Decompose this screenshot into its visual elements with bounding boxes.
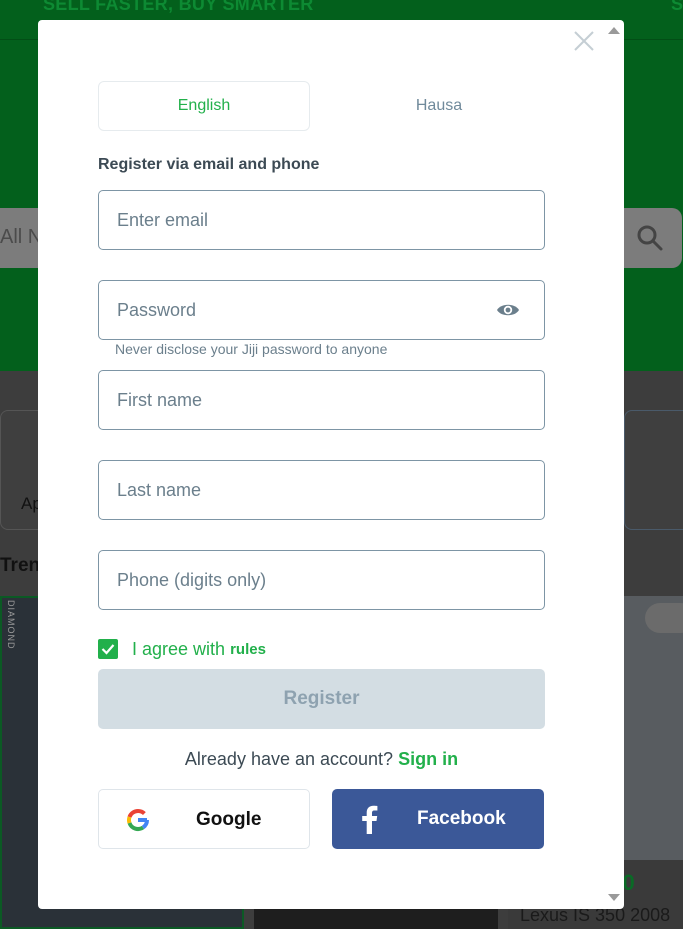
phone-field[interactable] (117, 551, 477, 609)
register-button[interactable]: Register (98, 669, 545, 729)
scrollbar-down-arrow[interactable] (608, 894, 620, 901)
signin-row: Already have an account? Sign in (98, 749, 545, 770)
phone-field-box (98, 550, 545, 610)
first-name-field[interactable] (117, 371, 477, 429)
signin-link[interactable]: Sign in (398, 749, 458, 769)
signin-prompt: Already have an account? (184, 749, 394, 769)
facebook-label: Facebook (417, 808, 506, 829)
last-name-field[interactable] (117, 461, 477, 519)
facebook-icon (362, 805, 378, 834)
agree-label: I agree with (132, 638, 226, 659)
agree-checkbox[interactable] (98, 639, 118, 659)
check-icon (101, 644, 115, 655)
listing-badge (645, 603, 683, 633)
search-icon (637, 225, 663, 251)
first-name-field-box (98, 370, 545, 430)
password-field[interactable] (117, 281, 477, 339)
eye-icon[interactable] (496, 300, 520, 320)
email-field[interactable] (117, 191, 477, 249)
google-label: Google (196, 809, 262, 830)
password-field-box (98, 280, 545, 340)
email-field-box (98, 190, 545, 250)
last-name-field-box (98, 460, 545, 520)
facebook-button[interactable]: Facebook (332, 789, 544, 849)
slogan: SELL FASTER, BUY SMARTER (43, 0, 314, 14)
trending-heading: Tren (0, 555, 41, 576)
slogan-right: S (670, 0, 683, 14)
background-search-placeholder: All N (0, 226, 43, 248)
section-title: Register via email and phone (98, 156, 320, 173)
rules-link[interactable]: rules (230, 641, 266, 658)
tab-hausa[interactable]: Hausa (334, 81, 544, 131)
category-card (624, 410, 683, 530)
agree-row: I agree with rules (98, 638, 266, 660)
scrollbar-up-arrow[interactable] (608, 27, 620, 34)
diamond-badge: DIAMOND (6, 600, 16, 650)
google-icon (126, 808, 150, 831)
tab-english[interactable]: English (98, 81, 310, 131)
close-icon[interactable] (571, 28, 597, 54)
google-button[interactable]: Google (98, 789, 310, 849)
password-hint: Never disclose your Jiji password to any… (115, 341, 388, 357)
